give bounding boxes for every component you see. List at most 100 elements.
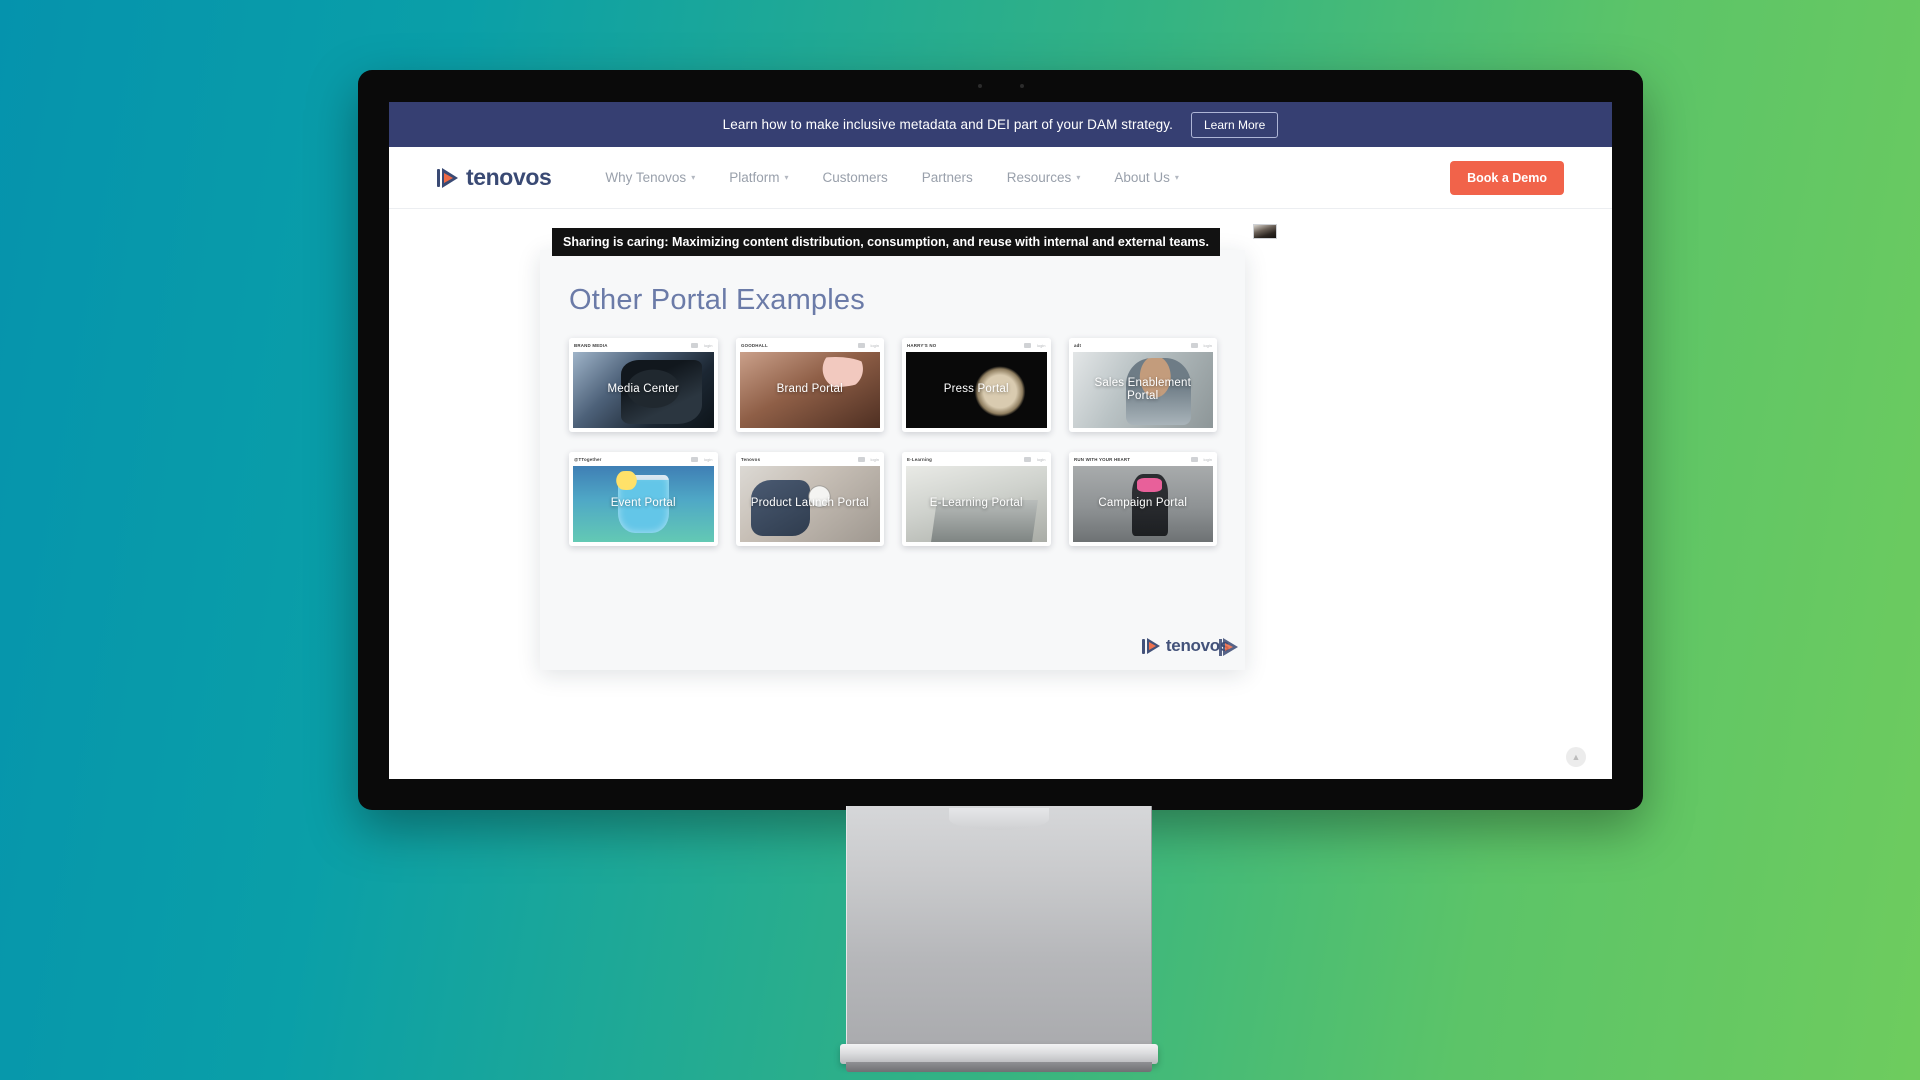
card-chrome-login-label: login [704,456,713,462]
slide-footer-logo-overlay-icon [1219,638,1239,657]
scroll-to-top-button[interactable]: ▲ [1566,747,1586,767]
card-image: Campaign Portal [1072,466,1213,542]
card-chrome-login-label: login [870,456,879,462]
card-chrome-logo: GOODHALL [740,342,768,348]
nav-item-about-us[interactable]: About Us ▾ [1114,170,1179,185]
card-browser-chrome: Tenovos login [735,452,884,466]
card-chrome-logo: BRAND MEDIA [574,342,608,348]
chevron-down-icon: ▾ [784,172,789,182]
card-browser-chrome: BRAND MEDIA login [569,338,718,352]
menu-icon [1024,456,1032,462]
card-image: Media Center [573,352,714,428]
card-chrome-controls: login [691,456,713,462]
card-chrome-logo: RUN WITH YOUR HEART [1073,456,1130,462]
card-chrome-login-label: login [704,342,713,348]
portal-card[interactable]: Tenovos login Product Launch Portal [735,452,884,546]
portal-card[interactable]: GOODHALL login Brand Portal [735,338,884,432]
card-caption: Press Portal [943,383,1009,396]
nav-label: About Us [1114,170,1170,185]
nav-item-resources[interactable]: Resources ▾ [1007,170,1081,185]
menu-icon [1190,456,1198,462]
portal-card-grid: BRAND MEDIA login Media Center GOODHALL … [569,338,1217,546]
menu-icon [857,456,865,462]
nav-label: Platform [729,170,780,185]
portal-card[interactable]: adt login Sales Enablement Portal [1068,338,1217,432]
portal-card[interactable]: E-Learning login E-Learning Portal [902,452,1051,546]
nav-label: Resources [1006,170,1072,185]
portal-card[interactable]: HARRY'S NO login Press Portal [902,338,1051,432]
card-browser-chrome: HARRY'S NO login [902,338,1051,352]
slide-viewer[interactable]: Sharing is caring: Maximizing content di… [540,224,1277,670]
card-browser-chrome: GOODHALL login [735,338,884,352]
chevron-down-icon: ▾ [1076,172,1081,182]
play-bracket-icon [437,167,459,188]
card-image: Brand Portal [739,352,880,428]
card-chrome-controls: login [1024,456,1046,462]
card-chrome-logo: E-Learning [907,456,933,462]
nav-item-why-tenovos[interactable]: Why Tenovos ▾ [605,170,695,185]
card-caption: Media Center [607,383,679,396]
card-caption: Campaign Portal [1098,497,1188,510]
card-image: Press Portal [906,352,1047,428]
nav-item-platform[interactable]: Platform ▾ [729,170,788,185]
menu-icon [691,456,699,462]
card-caption: Brand Portal [776,383,843,396]
card-chrome-controls: login [691,342,713,348]
book-a-demo-button[interactable]: Book a Demo [1450,160,1564,195]
card-image: Sales Enablement Portal [1072,352,1213,428]
card-chrome-logo: adt [1073,342,1081,348]
card-chrome-login-label: login [1203,456,1212,462]
promo-banner: Learn how to make inclusive metadata and… [389,102,1612,147]
screen-content: Learn how to make inclusive metadata and… [389,102,1612,779]
card-chrome-logo: HARRY'S NO [907,342,937,348]
learn-more-button[interactable]: Learn More [1190,111,1279,138]
portal-card[interactable]: RUN WITH YOUR HEART login Campaign Porta… [1068,452,1217,546]
monitor-stand-base [840,1044,1158,1064]
monitor-stand-neck [846,780,1152,1052]
card-chrome-logo: Tenovos [740,456,760,462]
card-chrome-login-label: login [1037,342,1046,348]
card-chrome-controls: login [1190,456,1212,462]
page-body: Sharing is caring: Maximizing content di… [389,209,1612,779]
menu-icon [1190,342,1198,348]
nav-label: Partners [921,170,973,185]
nav-label: Why Tenovos [605,170,687,185]
monitor-stand-foot [846,1062,1152,1072]
site-navigation: tenovos Why Tenovos ▾ Platform ▾ Custome… [389,147,1612,209]
card-caption: E-Learning Portal [929,497,1023,510]
portal-card[interactable]: @TTogether login Event Portal [569,452,718,546]
webcam-sensor-icon [977,83,1024,88]
brand-name: tenovos [466,164,552,190]
slide-thumbnail-preview[interactable] [1253,224,1277,239]
nav-item-customers[interactable]: Customers [822,170,887,185]
card-chrome-controls: login [1190,342,1212,348]
tenovos-logo[interactable]: tenovos [437,164,552,191]
portal-card[interactable]: BRAND MEDIA login Media Center [569,338,718,432]
promo-banner-text: Learn how to make inclusive metadata and… [722,117,1173,132]
menu-icon [691,342,699,348]
slide-title: Other Portal Examples [569,284,865,316]
card-image: E-Learning Portal [906,466,1047,542]
menu-icon [857,342,865,348]
card-caption: Product Launch Portal [750,497,869,510]
card-chrome-controls: login [857,342,879,348]
monitor-frame: Learn how to make inclusive metadata and… [358,70,1643,810]
card-caption: Event Portal [610,497,676,510]
chevron-down-icon: ▾ [691,172,696,182]
nav-label: Customers [822,170,888,185]
card-browser-chrome: E-Learning login [902,452,1051,466]
chevron-down-icon: ▾ [1174,172,1179,182]
card-chrome-login-label: login [870,342,879,348]
card-browser-chrome: adt login [1068,338,1217,352]
menu-icon [1024,342,1032,348]
card-image: Event Portal [573,466,714,542]
monitor-stand-notch [949,780,1049,834]
play-bracket-icon [1141,637,1160,655]
card-image: Product Launch Portal [739,466,880,542]
card-chrome-login-label: login [1203,342,1212,348]
card-chrome-login-label: login [1037,456,1046,462]
card-chrome-controls: login [857,456,879,462]
card-caption: Sales Enablement Portal [1094,376,1192,402]
nav-item-partners[interactable]: Partners [922,170,973,185]
nav-links: Why Tenovos ▾ Platform ▾ Customers Partn… [605,170,1178,185]
